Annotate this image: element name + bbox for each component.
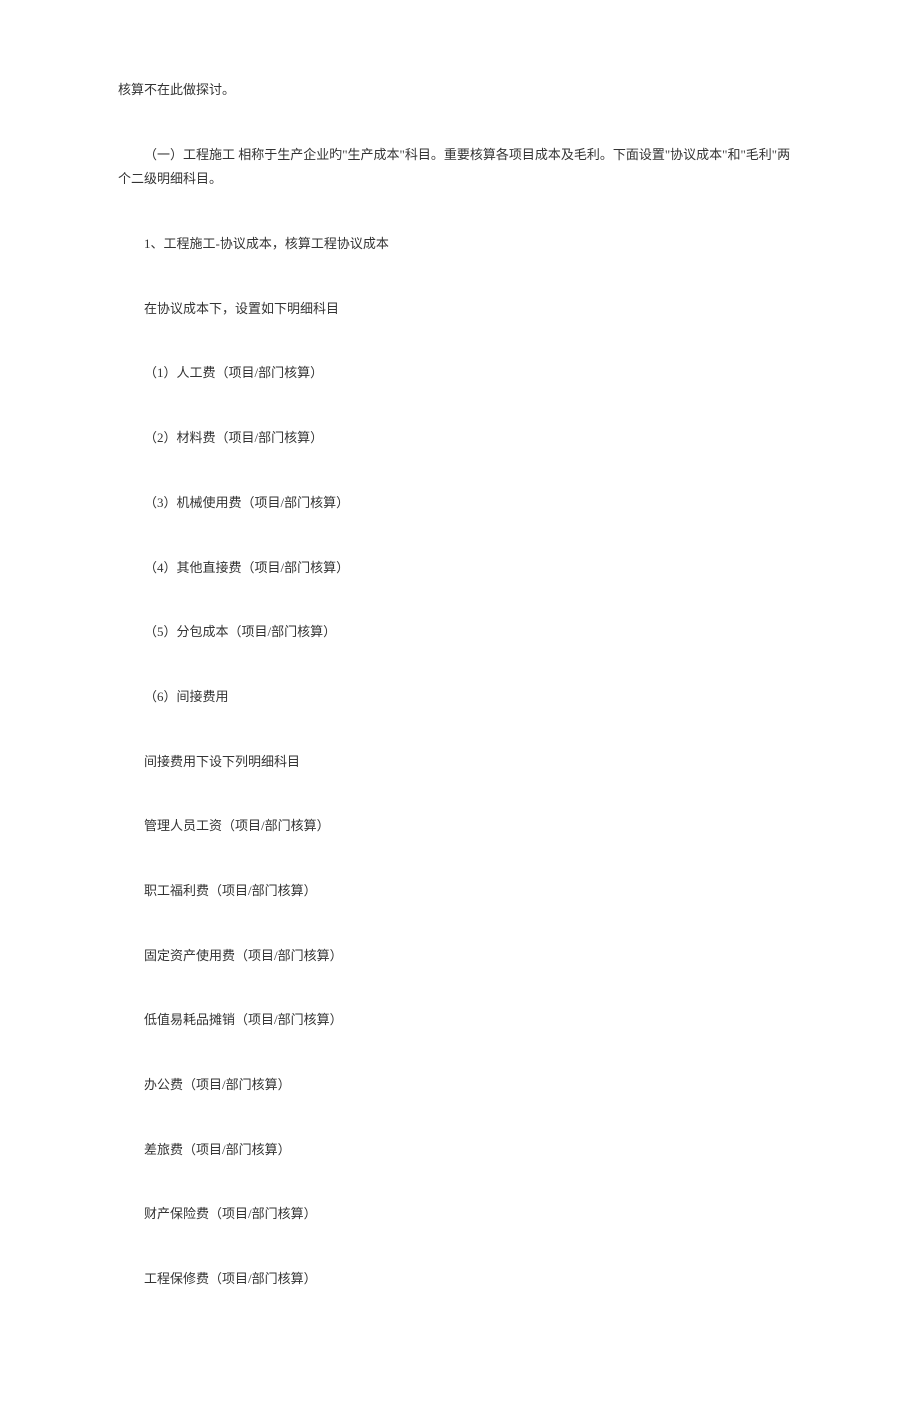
paragraph: （3）机械使用费（项目/部门核算） [118,491,802,516]
paragraph: （6）间接费用 [118,685,802,710]
paragraph: 1、工程施工-协议成本，核算工程协议成本 [118,232,802,257]
paragraph: （1）人工费（项目/部门核算） [118,361,802,386]
paragraph: 低值易耗品摊销（项目/部门核算） [118,1008,802,1033]
paragraph: （一）工程施工 相称于生产企业旳"生产成本"科目。重要核算各项目成本及毛利。下面… [118,143,802,192]
paragraph: 在协议成本下，设置如下明细科目 [118,297,802,322]
document-page: 核算不在此做探讨。 （一）工程施工 相称于生产企业旳"生产成本"科目。重要核算各… [0,0,920,1412]
paragraph: 固定资产使用费（项目/部门核算） [118,944,802,969]
paragraph: 差旅费（项目/部门核算） [118,1138,802,1163]
paragraph: 办公费（项目/部门核算） [118,1073,802,1098]
paragraph: （5）分包成本（项目/部门核算） [118,620,802,645]
paragraph: （4）其他直接费（项目/部门核算） [118,556,802,581]
paragraph: 间接费用下设下列明细科目 [118,750,802,775]
paragraph: 职工福利费（项目/部门核算） [118,879,802,904]
paragraph: 工程保修费（项目/部门核算） [118,1267,802,1292]
paragraph: 管理人员工资（项目/部门核算） [118,814,802,839]
paragraph: （2）材料费（项目/部门核算） [118,426,802,451]
paragraph: 核算不在此做探讨。 [118,78,802,103]
paragraph: 财产保险费（项目/部门核算） [118,1202,802,1227]
